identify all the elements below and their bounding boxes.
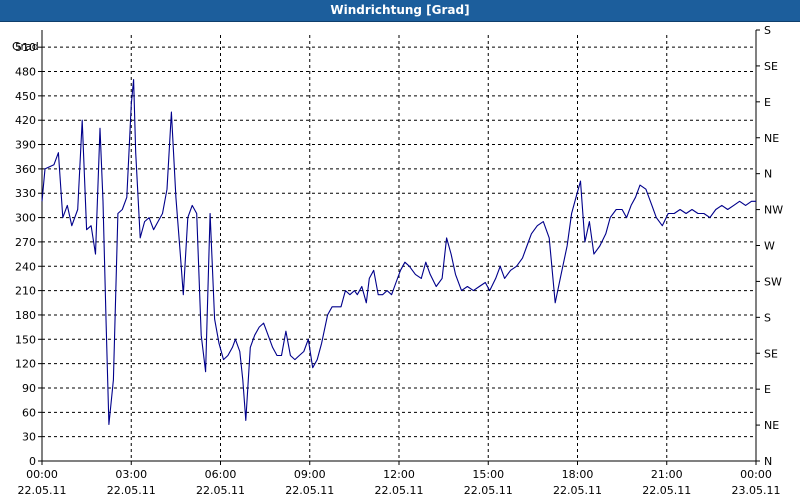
- x-tick-labels: 00:00 22.05.11 03:00 22.05.11 06:00 22.05.11 0…: [18, 468, 781, 497]
- x-tick-date: 22.05.11: [553, 484, 602, 497]
- y-tick-label: 180: [15, 309, 36, 322]
- x-tick-date: 22.05.11: [18, 484, 67, 497]
- x-tick-date: 22.05.11: [375, 484, 424, 497]
- right-tick-label: N: [764, 455, 772, 468]
- x-tick-time: 15:00: [472, 468, 504, 481]
- right-tick-label: E: [764, 96, 771, 109]
- right-tick-label: SW: [764, 275, 782, 288]
- y-tick-label: 360: [15, 163, 36, 176]
- y-tick-label: 240: [15, 260, 36, 273]
- right-tick-label: SE: [764, 347, 778, 360]
- x-tick-time: 21:00: [651, 468, 683, 481]
- y-tick-label: 90: [22, 382, 36, 395]
- x-tick-date: 23.05.11: [732, 484, 781, 497]
- y-tick-label: 210: [15, 285, 36, 298]
- right-tick-label: NE: [764, 132, 779, 145]
- y-tick-label: 330: [15, 187, 36, 200]
- y-tick-label: 60: [22, 406, 36, 419]
- right-tick-label: SE: [764, 60, 778, 73]
- right-tick-labels: N NE E SE S SW W NW N NE E SE S: [764, 24, 783, 468]
- x-tick-date: 22.05.11: [464, 484, 513, 497]
- x-tick-time: 18:00: [562, 468, 594, 481]
- x-tick-date: 22.05.11: [107, 484, 156, 497]
- x-tick-time: 00:00: [26, 468, 58, 481]
- x-tick-time: 09:00: [294, 468, 326, 481]
- right-tick-label: S: [764, 24, 771, 37]
- right-tick-label: N: [764, 168, 772, 181]
- x-tick-date: 22.05.11: [642, 484, 691, 497]
- y-tick-label: 300: [15, 212, 36, 225]
- right-tick-label: S: [764, 311, 771, 324]
- y-tick-label: 30: [22, 431, 36, 444]
- x-tick-date: 22.05.11: [285, 484, 334, 497]
- y-tick-label: 270: [15, 236, 36, 249]
- x-tick-time: 03:00: [115, 468, 147, 481]
- y-tick-label: 390: [15, 139, 36, 152]
- y-tick-label: 510: [15, 41, 36, 54]
- x-tick-time: 12:00: [383, 468, 415, 481]
- y-tick-label: 0: [29, 455, 36, 468]
- right-tick-label: E: [764, 383, 771, 396]
- right-tick-label: NW: [764, 204, 783, 217]
- y-tick-label: 420: [15, 114, 36, 127]
- y-tick-label: 150: [15, 333, 36, 346]
- y-tick-label: 450: [15, 90, 36, 103]
- wind-direction-chart: Grad 03060901201501802102402703003303603…: [12, 24, 783, 497]
- right-tick-label: W: [764, 240, 775, 253]
- y-tick-label: 120: [15, 358, 36, 371]
- x-tick-time: 00:00: [740, 468, 772, 481]
- x-tick-date: 22.05.11: [196, 484, 245, 497]
- chart-window: Windrichtung [Grad] Grad 0 30 60 90 120 150 18…: [0, 0, 800, 500]
- right-tick-label: NE: [764, 419, 779, 432]
- y-tick-labels: 0 30 60 90 120 150 180 210 240 270 300 330 360 390 420…: [15, 41, 36, 468]
- y-tick-label: 480: [15, 66, 36, 79]
- x-tick-time: 06:00: [205, 468, 237, 481]
